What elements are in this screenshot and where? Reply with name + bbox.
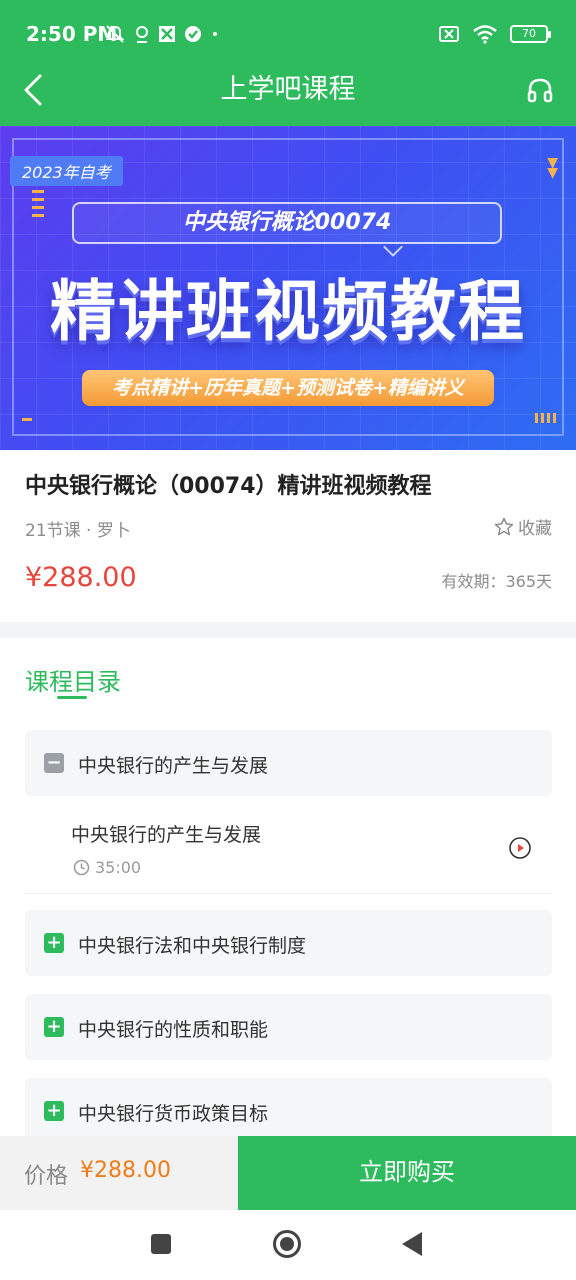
course-info: 中央银行概论（00074）精讲班视频教程 21节课 · 罗卜 收藏 ¥288.0… [0,450,576,622]
banner-decoration-bottom-right [535,413,556,423]
dot-icon [213,32,217,36]
play-icon[interactable] [508,836,532,860]
system-icons: 70 [438,24,551,44]
page-title: 上学吧课程 [220,74,356,105]
battery-icon: 70 [510,25,551,43]
headset-icon[interactable] [526,76,554,104]
banner-main-title: 精讲班视频教程 [50,273,526,350]
chapter-item[interactable]: + 中央银行货币政策目标 [25,1078,552,1136]
catalog-title[interactable]: 课程目录 [25,662,121,697]
banner-year-tag: 2023年自考 [10,156,123,186]
check-badge-icon [185,26,201,42]
system-nav-bar [0,1210,576,1280]
chapter-label: 中央银行货币政策目标 [78,1103,269,1125]
chapter-item[interactable]: + 中央银行法和中央银行制度 [25,910,552,976]
banner-decoration-left [32,190,44,222]
course-validity: 有效期：365天 [441,572,552,591]
course-price: ¥288.00 [25,562,137,593]
course-meta: 21节课 · 罗卜 [25,521,131,541]
catalog-tab-indicator [57,696,87,699]
favorite-label: 收藏 [518,519,552,539]
notification-icons [104,24,220,44]
lesson-duration: 35:00 [73,858,141,877]
price-summary: 价格 ¥288.00 [0,1136,238,1210]
recents-icon[interactable] [151,1234,171,1254]
star-icon [494,517,514,535]
home-icon[interactable] [273,1230,301,1258]
app-icon [159,26,175,42]
course-banner: 2023年自考 ▼ ▼ 中央银行概论00074 精讲班视频教程 考点精讲+历年真题… [0,126,576,450]
collapse-icon: − [44,753,64,773]
status-bar: 2:50 PM 70 [0,0,576,70]
price-value: ¥288.00 [80,1158,171,1183]
no-sim-icon [439,26,459,42]
purchase-bar: 价格 ¥288.00 立即购买 [0,1136,576,1210]
chapter-label: 中央银行的性质和职能 [78,1019,269,1041]
chapter-item[interactable]: − 中央银行的产生与发展 [25,730,552,796]
expand-icon: + [44,1101,64,1121]
wifi-icon [473,25,497,44]
lesson-duration-text: 35:00 [95,858,142,877]
expand-icon: + [44,933,64,953]
price-label: 价格 [24,1164,69,1189]
banner-features: 考点精讲+历年真题+预测试卷+精编讲义 [82,370,494,406]
course-catalog: 课程目录 − 中央银行的产生与发展 中央银行的产生与发展 35:00 + 中央银… [0,638,576,1136]
buy-now-button[interactable]: 立即购买 [238,1136,576,1210]
course-title: 中央银行概论（00074）精讲班视频教程 [25,474,432,499]
location-icon [136,26,148,43]
chapter-label: 中央银行的产生与发展 [78,755,269,777]
clock-icon [73,859,90,876]
lesson-item[interactable]: 中央银行的产生与发展 35:00 [25,802,552,894]
chapter-item[interactable]: + 中央银行的性质和职能 [25,994,552,1060]
banner-decoration-chevrons: ▼ ▼ [547,155,558,181]
lesson-title: 中央银行的产生与发展 [71,824,262,846]
favorite-button[interactable]: 收藏 [494,514,552,539]
chapter-label: 中央银行法和中央银行制度 [78,935,307,957]
banner-decoration-bottom-left [22,418,32,421]
mute-icon [105,25,125,43]
expand-icon: + [44,1017,64,1037]
banner-subtitle: 中央银行概论00074 [72,202,502,244]
top-nav-bar: 上学吧课程 [0,70,576,126]
system-back-icon[interactable] [402,1232,422,1256]
